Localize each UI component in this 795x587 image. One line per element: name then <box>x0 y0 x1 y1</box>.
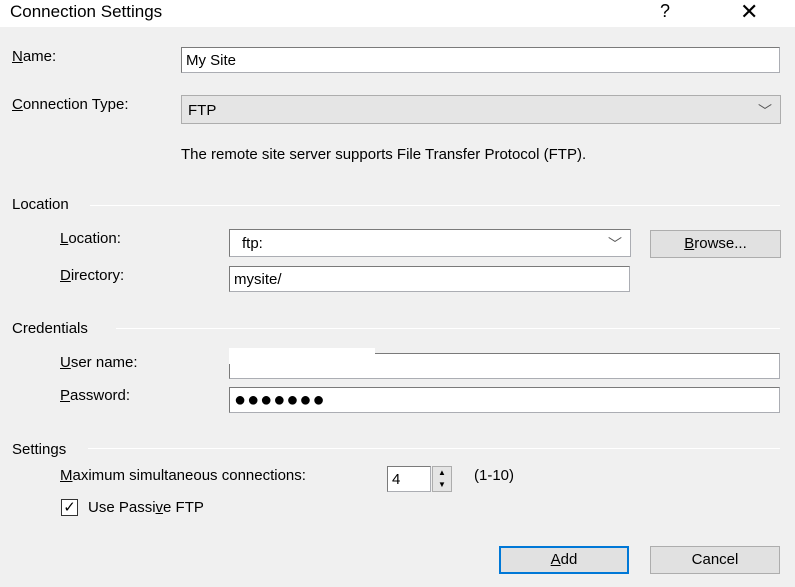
directory-input[interactable] <box>229 266 630 292</box>
name-label: Name: <box>12 48 57 65</box>
chevron-down-icon: ﹀ <box>608 236 622 252</box>
connection-type-select[interactable]: FTP ﹀ <box>181 95 781 124</box>
settings-group-title: Settings <box>12 441 67 458</box>
divider <box>116 328 780 329</box>
label-part: e FTP <box>163 499 204 516</box>
chevron-down-icon: ﹀ <box>758 103 772 119</box>
cancel-button[interactable]: Cancel <box>650 546 780 574</box>
max-connections-range: (1-10) <box>474 467 515 484</box>
help-button[interactable]: ? <box>660 1 670 22</box>
location-value: ftp: <box>242 235 263 252</box>
max-connections-input[interactable] <box>387 466 431 492</box>
max-connections-stepper[interactable]: ▲ ▼ <box>432 466 452 492</box>
checkmark-icon: ✓ <box>63 499 76 516</box>
spin-up-icon[interactable]: ▲ <box>433 467 451 479</box>
directory-label: Directory: <box>60 267 125 284</box>
location-group-title: Location <box>12 196 69 213</box>
max-connections-label: Maximum simultaneous connections: <box>60 467 306 484</box>
connection-type-description: The remote site server supports File Tra… <box>181 146 587 163</box>
location-label: Location: <box>60 230 121 247</box>
redaction <box>229 348 375 364</box>
spin-down-icon[interactable]: ▼ <box>433 479 451 491</box>
connection-type-value: FTP <box>188 102 217 119</box>
divider <box>90 205 780 206</box>
password-value: ●●●●●●● <box>234 389 326 411</box>
add-label: Add <box>550 551 578 568</box>
location-combo[interactable]: ftp: ﹀ <box>229 229 631 257</box>
password-label: Password: <box>60 387 131 404</box>
passive-ftp-checkbox[interactable]: ✓ <box>61 499 78 516</box>
user-name-label: User name: <box>60 354 138 371</box>
name-input[interactable] <box>181 47 780 73</box>
divider <box>88 448 780 449</box>
label-accelerator: v <box>155 499 164 516</box>
browse-button[interactable]: Browse... <box>650 230 781 258</box>
window-title: Connection Settings <box>10 2 163 21</box>
connection-type-label: Connection Type: <box>12 96 129 113</box>
browse-label: Browse... <box>684 235 747 252</box>
password-input[interactable]: ●●●●●●● <box>229 387 780 413</box>
label-part: Use Passi <box>88 499 156 516</box>
credentials-group-title: Credentials <box>12 320 88 337</box>
close-button[interactable]: ✕ <box>740 0 758 25</box>
add-button[interactable]: Add <box>499 546 629 574</box>
passive-ftp-label: Use Passive FTP <box>88 499 204 516</box>
